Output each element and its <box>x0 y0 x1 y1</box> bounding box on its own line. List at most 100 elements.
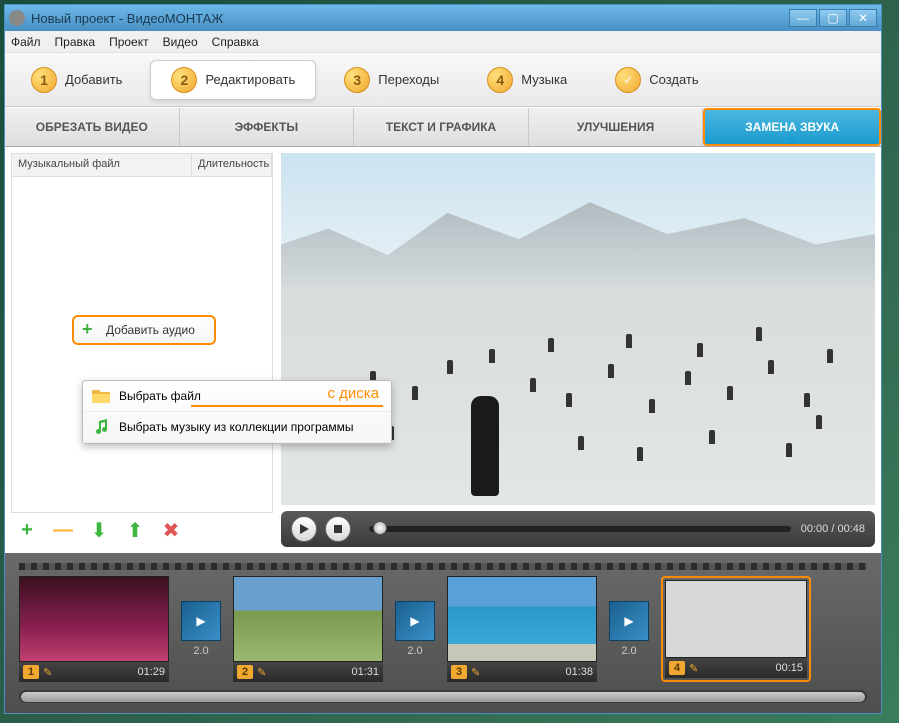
step-transitions[interactable]: 3 Переходы <box>324 61 459 99</box>
clip-2[interactable]: 2 ✎ 01:31 <box>233 576 383 682</box>
transition-2-dur: 2.0 <box>407 645 422 657</box>
folder-icon <box>91 387 111 405</box>
clip-4-index: 4 <box>669 661 685 675</box>
preview-panel: 00:00 / 00:48 <box>281 153 875 547</box>
menu-file[interactable]: Файл <box>11 35 41 49</box>
titlebar: Новый проект - ВидеоМОНТАЖ — ▢ ✕ <box>5 5 881 31</box>
music-note-icon <box>91 418 111 436</box>
clip-2-duration: 01:31 <box>351 666 379 678</box>
film-strip-top <box>19 563 867 570</box>
menu-project[interactable]: Проект <box>109 35 149 49</box>
scrollbar-thumb[interactable] <box>21 692 865 702</box>
step-add-label: Добавить <box>65 72 122 87</box>
video-preview <box>281 153 875 505</box>
clip-3-thumb <box>447 576 597 662</box>
window-title: Новый проект - ВидеоМОНТАЖ <box>31 11 787 26</box>
step-1-badge: 1 <box>31 67 57 93</box>
clip-3-duration: 01:38 <box>565 666 593 678</box>
play-icon <box>298 523 310 535</box>
timecode: 00:00 / 00:48 <box>801 523 865 535</box>
stepbar: 1 Добавить 2 Редактировать 3 Переходы 4 … <box>5 53 881 107</box>
menubar: Файл Правка Проект Видео Справка <box>5 31 881 53</box>
minimize-button[interactable]: — <box>789 9 817 27</box>
clip-2-thumb <box>233 576 383 662</box>
transition-2[interactable]: ▶ 2.0 <box>395 601 435 657</box>
step-add[interactable]: 1 Добавить <box>11 61 142 99</box>
clip-3-index: 3 <box>451 665 467 679</box>
subtab-audio[interactable]: ЗАМЕНА ЗВУКА <box>703 108 881 146</box>
pencil-icon[interactable]: ✎ <box>257 666 266 679</box>
clip-1-index: 1 <box>23 665 39 679</box>
annotation-underline <box>191 405 383 407</box>
subtabs: ОБРЕЗАТЬ ВИДЕО ЭФФЕКТЫ ТЕКСТ И ГРАФИКА У… <box>5 107 881 147</box>
plus-icon <box>82 321 100 339</box>
step-edit-label: Редактировать <box>205 72 295 87</box>
clip-3[interactable]: 3 ✎ 01:38 <box>447 576 597 682</box>
step-3-badge: 3 <box>344 67 370 93</box>
add-audio-menu: Выбрать файл с диска Выбрать музыку из к… <box>82 380 392 444</box>
app-icon <box>9 10 25 26</box>
timeline-scrollbar[interactable] <box>19 690 867 703</box>
move-up-icon[interactable]: ⬆ <box>123 518 147 542</box>
step-transitions-label: Переходы <box>378 72 439 87</box>
clip-4-thumb <box>665 580 807 658</box>
clip-1[interactable]: 1 ✎ 01:29 <box>19 576 169 682</box>
play-button[interactable] <box>291 516 317 542</box>
delete-icon[interactable]: ✖ <box>159 518 183 542</box>
subtab-text[interactable]: ТЕКСТ И ГРАФИКА <box>354 108 529 146</box>
step-edit[interactable]: 2 Редактировать <box>150 60 316 100</box>
remove-icon[interactable]: — <box>51 518 75 542</box>
transition-icon: ▶ <box>609 601 649 641</box>
transition-3[interactable]: ▶ 2.0 <box>609 601 649 657</box>
transition-1-dur: 2.0 <box>193 645 208 657</box>
clip-2-index: 2 <box>237 665 253 679</box>
pencil-icon[interactable]: ✎ <box>471 666 480 679</box>
maximize-button[interactable]: ▢ <box>819 9 847 27</box>
preview-image <box>281 153 875 505</box>
move-down-icon[interactable]: ⬇ <box>87 518 111 542</box>
pencil-icon[interactable]: ✎ <box>43 666 52 679</box>
audio-list: Добавить аудио <box>11 177 273 513</box>
clip-4[interactable]: 4 ✎ 00:15 <box>661 576 811 682</box>
menu-choose-file[interactable]: Выбрать файл с диска <box>83 381 391 412</box>
subtab-effects[interactable]: ЭФФЕКТЫ <box>180 108 355 146</box>
step-create-label: Создать <box>649 72 698 87</box>
clip-1-thumb <box>19 576 169 662</box>
timeline: 1 ✎ 01:29 ▶ 2.0 2 ✎ 01:31 ▶ 2.0 <box>5 553 881 713</box>
add-icon[interactable]: + <box>15 518 39 542</box>
transition-icon: ▶ <box>181 601 221 641</box>
close-button[interactable]: ✕ <box>849 9 877 27</box>
menu-choose-library-label: Выбрать музыку из коллекции программы <box>119 420 353 434</box>
step-create[interactable]: ✓ Создать <box>595 61 718 99</box>
stop-icon <box>333 524 343 534</box>
clip-4-duration: 00:15 <box>775 662 803 674</box>
audio-toolbar: + — ⬇ ⬆ ✖ <box>11 513 273 547</box>
menu-help[interactable]: Справка <box>212 35 259 49</box>
audio-panel: Музыкальный файл Длительность Добавить а… <box>11 153 273 547</box>
check-icon: ✓ <box>615 67 641 93</box>
transition-1[interactable]: ▶ 2.0 <box>181 601 221 657</box>
clips-row: 1 ✎ 01:29 ▶ 2.0 2 ✎ 01:31 ▶ 2.0 <box>19 576 867 682</box>
menu-choose-file-label: Выбрать файл <box>119 389 201 403</box>
subtab-enhance[interactable]: УЛУЧШЕНИЯ <box>529 108 704 146</box>
pencil-icon[interactable]: ✎ <box>689 662 698 675</box>
menu-choose-library[interactable]: Выбрать музыку из коллекции программы <box>83 412 391 443</box>
add-audio-button[interactable]: Добавить аудио <box>72 315 216 345</box>
annotation-text: с диска <box>327 385 379 402</box>
stop-button[interactable] <box>325 516 351 542</box>
seek-track[interactable] <box>369 526 791 532</box>
menu-edit[interactable]: Правка <box>55 35 96 49</box>
player-controls: 00:00 / 00:48 <box>281 511 875 547</box>
step-music[interactable]: 4 Музыка <box>467 61 587 99</box>
menu-video[interactable]: Видео <box>163 35 198 49</box>
transition-3-dur: 2.0 <box>621 645 636 657</box>
time-current: 00:00 <box>801 523 829 535</box>
step-2-badge: 2 <box>171 67 197 93</box>
app-window: Новый проект - ВидеоМОНТАЖ — ▢ ✕ Файл Пр… <box>4 4 882 714</box>
main-area: Музыкальный файл Длительность Добавить а… <box>5 147 881 553</box>
step-music-label: Музыка <box>521 72 567 87</box>
subtab-crop[interactable]: ОБРЕЗАТЬ ВИДЕО <box>5 108 180 146</box>
col-duration: Длительность <box>192 154 272 176</box>
time-total: 00:48 <box>837 523 865 535</box>
seek-knob[interactable] <box>373 521 387 535</box>
